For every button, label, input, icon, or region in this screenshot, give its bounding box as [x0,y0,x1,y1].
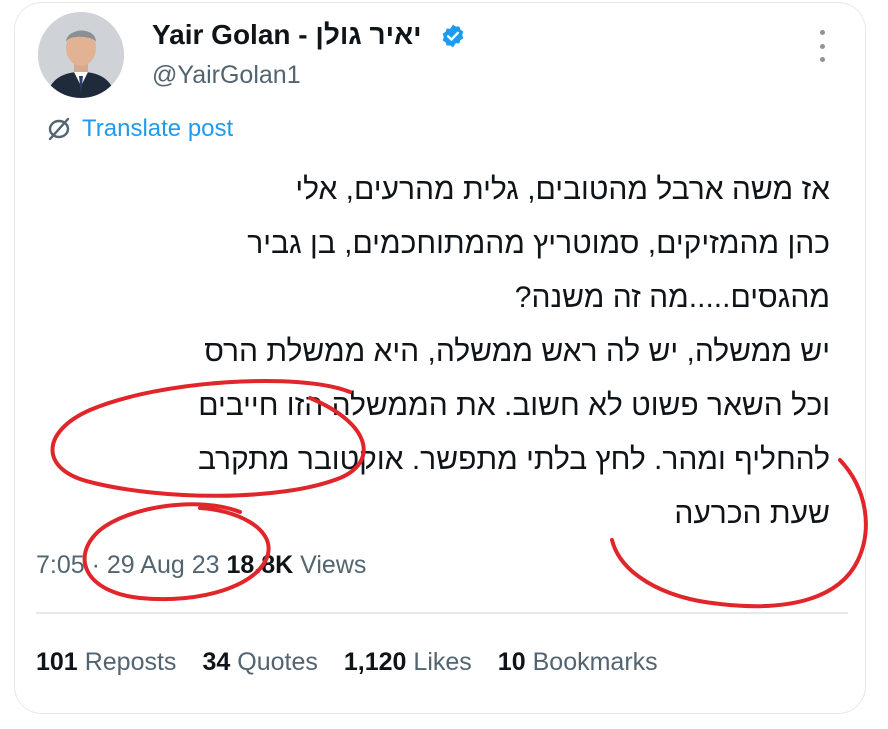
quotes-stat[interactable]: 34 Quotes [202,645,317,679]
reposts-count: 101 [36,648,78,676]
likes-count: 1,120 [343,648,407,676]
bookmarks-label: Bookmarks [532,648,658,676]
avatar-image [38,12,124,98]
tweet-text: אז משה ארבל מהטובים, גלית מהרעים, אלי כה… [197,173,830,530]
meta-separator: · [84,551,107,579]
author-handle[interactable]: @YairGolan1 [152,60,301,90]
views-count[interactable]: 18.8K [226,551,293,579]
likes-label: Likes [413,648,472,676]
avatar[interactable] [38,12,124,98]
engagement-stats: 101 Reposts 34 Quotes 1,120 Likes 10 Bookmar… [36,645,658,679]
translate-post-label: Translate post [82,115,234,142]
reposts-stat[interactable]: 101 Reposts [36,645,176,679]
translate-post-link[interactable]: Translate post [46,114,233,144]
globe-slash-icon [48,117,70,141]
tweet-date[interactable]: 29 Aug 23 [107,551,220,579]
tweet-time[interactable]: 7:05 [36,551,85,579]
quotes-label: Quotes [237,648,318,676]
verified-badge-icon [442,24,464,48]
author-display-name[interactable]: Yair Golan - יאיר גולן [152,18,422,52]
more-options-icon[interactable] [812,30,832,62]
tweet-meta: 7:05 · 29 Aug 23 18.8K Views [36,548,366,582]
bookmarks-count: 10 [497,648,526,676]
views-label: Views [300,551,367,579]
quotes-count: 34 [202,648,231,676]
reposts-label: Reposts [84,648,177,676]
likes-stat[interactable]: 1,120 Likes [344,645,472,679]
divider [36,612,848,614]
bookmarks-stat[interactable]: 10 Bookmarks [498,645,658,679]
